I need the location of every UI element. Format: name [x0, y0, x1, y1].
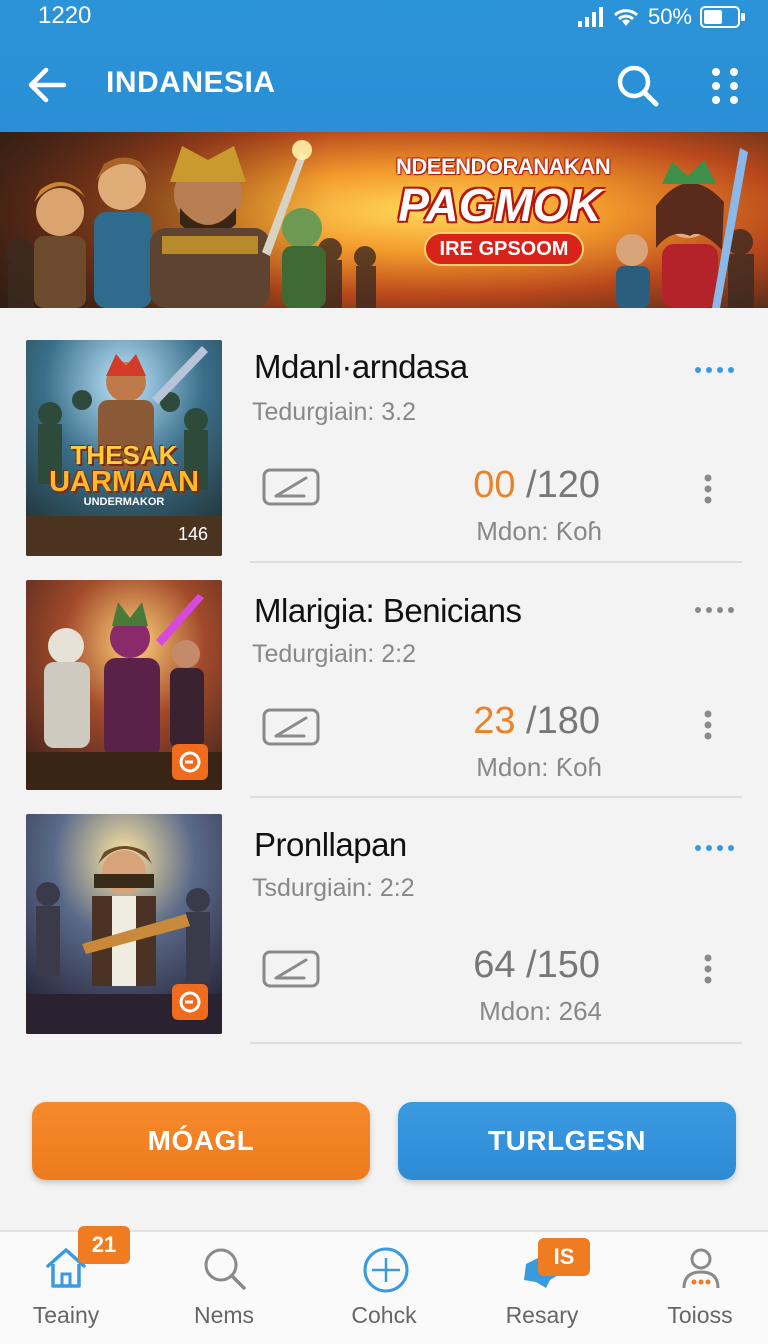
game-title[interactable]: Mdanl·arndasa	[254, 348, 468, 386]
more-vertical-icon	[712, 68, 738, 104]
status-time: 1220	[38, 2, 92, 29]
platform-badge-icon	[172, 744, 208, 780]
banner-title: PAGMOK	[398, 179, 602, 231]
game-card[interactable]: Pronllapan Tsdurgiain: 2:2 64 /150 Mdon:…	[0, 814, 768, 1046]
dot	[727, 845, 734, 851]
progress-count: 64 /150	[440, 944, 600, 987]
search-icon	[204, 1248, 246, 1290]
game-subtitle: Tedurgiain: 2:2	[252, 640, 417, 668]
banner-cta-button[interactable]: IRE GPSOOM	[424, 232, 584, 266]
divider	[250, 561, 742, 563]
game-meta: Mdon: 264	[479, 996, 602, 1026]
dot	[694, 607, 701, 613]
progress-count: 00 /120	[440, 464, 600, 507]
kebab-menu-icon[interactable]	[696, 952, 720, 986]
promo-banner[interactable]: NDEENDORANAKAN PAGMOK IRE GPSOOM	[0, 132, 768, 308]
dot	[705, 845, 712, 851]
game-subtitle: Tsdurgiain: 2:2	[252, 874, 415, 902]
more-horizontal-button[interactable]	[690, 838, 738, 858]
status-icons: 50%	[577, 4, 746, 30]
game-thumbnail[interactable]	[26, 814, 222, 1034]
progress-current: 00	[473, 464, 516, 506]
divider	[250, 796, 742, 798]
back-arrow-icon	[28, 67, 67, 103]
platform-badge-icon	[172, 984, 208, 1020]
dot	[705, 607, 712, 613]
dot	[705, 367, 712, 373]
more-options-button[interactable]	[700, 60, 750, 110]
dot	[694, 845, 701, 851]
ticket-icon[interactable]	[262, 950, 320, 988]
wifi-icon	[613, 9, 638, 26]
secondary-action-button[interactable]: TURLGESN	[398, 1102, 736, 1180]
progress-current: 64	[473, 944, 516, 986]
nav-label: Nems	[193, 1302, 255, 1328]
search-icon	[617, 65, 659, 107]
divider	[250, 1042, 742, 1044]
battery-icon	[700, 6, 745, 28]
game-title[interactable]: Mlarigia: Benicians	[254, 592, 522, 630]
ticket-icon[interactable]	[262, 468, 320, 506]
progress-count: 23 /180	[440, 700, 600, 743]
app-header: 1220 50% INDANESIA	[0, 0, 768, 132]
dot	[716, 367, 723, 373]
dot	[694, 367, 701, 373]
progress-total: /120	[526, 464, 600, 506]
nav-item-profile[interactable]: Toioss	[630, 1232, 768, 1344]
page-title: INDANESIA	[106, 66, 276, 99]
game-thumbnail[interactable]: THESAK UARMAAN UNDERMAKOR 146	[26, 340, 222, 556]
nav-label: Toioss	[667, 1302, 733, 1328]
status-bar: 1220 50%	[0, 0, 768, 34]
game-thumbnail[interactable]	[26, 580, 222, 790]
notification-badge: 21	[78, 1226, 130, 1264]
kebab-menu-icon[interactable]	[696, 708, 720, 742]
game-card[interactable]: Mlarigia: Benicians Tedurgiain: 2:2 23 /…	[0, 580, 768, 802]
battery-percent: 50%	[647, 4, 692, 29]
primary-action-button[interactable]: MÓAGL	[32, 1102, 370, 1180]
nav-item-search[interactable]: Nems	[154, 1232, 294, 1344]
thumbnail-subtitle: UNDERMAKOR	[83, 496, 165, 508]
nav-item-explore[interactable]: Cohck	[314, 1232, 454, 1344]
nav-item-home[interactable]: Teainy 21	[0, 1226, 136, 1344]
nav-item-games[interactable]: Resary IS	[472, 1232, 612, 1344]
progress-total: /180	[526, 700, 600, 742]
compass-icon	[363, 1247, 409, 1293]
game-meta: Mdon: Ƙoɦ	[476, 516, 602, 546]
game-card[interactable]: THESAK UARMAAN UNDERMAKOR 146 Mdanl·arnd…	[0, 340, 768, 564]
banner-headline: NDEENDORANAKAN	[396, 154, 611, 179]
progress-current: 23	[473, 700, 516, 742]
nav-label: Cohck	[351, 1302, 417, 1328]
search-button[interactable]	[612, 60, 662, 110]
dot	[727, 607, 734, 613]
signal-icon	[577, 7, 603, 27]
kebab-menu-icon[interactable]	[696, 472, 720, 506]
game-title[interactable]: Pronllapan	[254, 826, 407, 864]
back-button[interactable]	[22, 60, 72, 110]
thumbnail-title-2: UARMAAN	[49, 466, 199, 498]
profile-icon	[682, 1248, 720, 1289]
thumbnail-badge: 146	[178, 524, 209, 544]
nav-label: Resary	[505, 1302, 579, 1328]
more-horizontal-button[interactable]	[690, 600, 738, 620]
dot	[727, 367, 734, 373]
notification-badge: IS	[538, 1238, 590, 1276]
ticket-icon[interactable]	[262, 708, 320, 746]
game-subtitle: Tedurgiain: 3.2	[252, 398, 417, 426]
bottom-navigation: Teainy 21 Nems Cohck Resary IS Toioss	[0, 1226, 768, 1344]
dot	[716, 607, 723, 613]
dot	[716, 845, 723, 851]
progress-total: /150	[526, 944, 600, 986]
nav-label: Teainy	[32, 1302, 100, 1328]
game-meta: Mdon: Ƙoɦ	[476, 752, 602, 782]
more-horizontal-button[interactable]	[690, 360, 738, 380]
